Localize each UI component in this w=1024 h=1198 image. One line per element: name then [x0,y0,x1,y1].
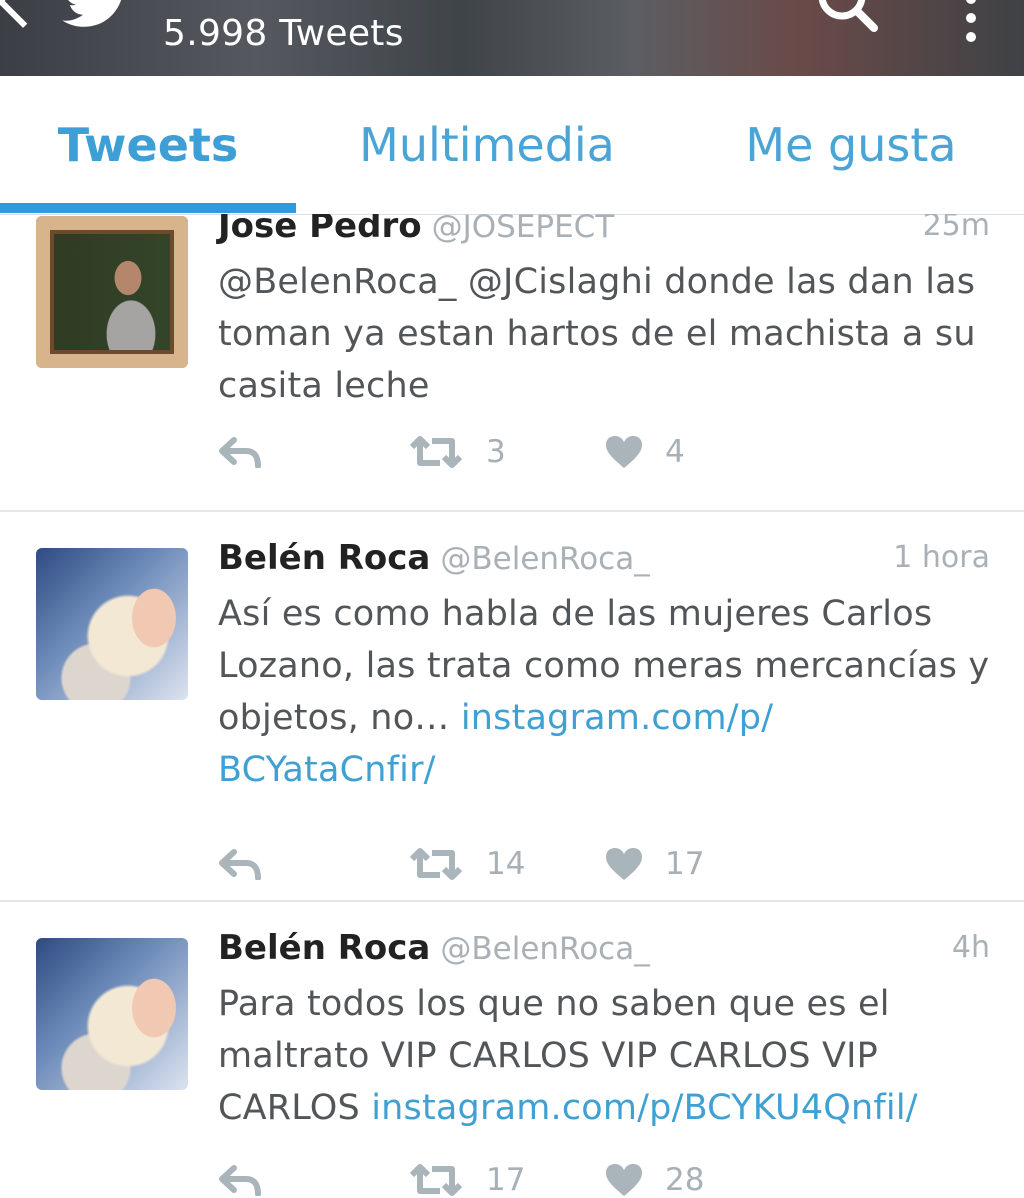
search-icon[interactable] [812,0,882,36]
active-tab-indicator [0,203,296,213]
tweet-time: 4h [951,930,990,965]
reply-icon [219,1165,261,1196]
retweet-button[interactable]: 3 [408,432,506,472]
tweet-meta: Belén Roca @BelenRoca_ 1 hora [218,538,990,588]
retweet-icon [409,848,463,880]
heart-icon [606,436,642,468]
avatar[interactable] [36,216,188,368]
heart-icon [606,848,642,880]
reply-icon [219,437,261,468]
tweet-feed[interactable]: Jose Pedro @JOSEPECT 25m @BelenRoca_ @JCi… [0,214,1024,1198]
retweet-icon [409,1164,463,1196]
user-name[interactable]: Jose Pedro [218,214,422,246]
like-count: 4 [665,434,685,470]
tweet-text: Para todos los que no saben que es el ma… [218,978,998,1134]
tweet-link[interactable]: instagram.com/p/BCYKU4Qnfil/ [371,1088,918,1128]
tweet-text: Así es como habla de las mujeres Carlos … [218,588,998,796]
retweet-count: 3 [486,434,506,470]
tweet-count: 5.998 Tweets [163,13,404,54]
user-handle[interactable]: @BelenRoca_ [440,931,649,967]
reply-button[interactable] [218,432,262,472]
twitter-bird-icon [62,0,122,27]
back-arrow-icon[interactable] [0,0,50,28]
like-count: 28 [665,1162,705,1198]
retweet-button[interactable]: 17 [408,1160,525,1198]
retweet-count: 17 [486,1162,526,1198]
retweet-icon [409,436,463,468]
tweet-text-body: @BelenRoca_ @JCislaghi donde las dan las… [218,262,976,406]
tab-me-gusta[interactable]: Me gusta [678,76,1024,214]
tab-multimedia[interactable]: Multimedia [296,76,678,214]
like-count: 17 [665,846,705,882]
user-handle[interactable]: @BelenRoca_ [440,541,649,577]
tweet-divider [0,900,1024,902]
like-button[interactable]: 28 [605,1160,704,1198]
profile-tabs: Tweets Multimedia Me gusta [0,76,1024,215]
heart-icon [606,1164,642,1196]
reply-button[interactable] [218,1160,262,1198]
reply-button[interactable] [218,844,262,884]
user-name[interactable]: Belén Roca [218,928,430,968]
retweet-count: 14 [486,846,526,882]
retweet-button[interactable]: 14 [408,844,525,884]
like-button[interactable]: 17 [605,844,704,884]
avatar[interactable] [36,938,188,1090]
tweet-meta: Jose Pedro @JOSEPECT 25m [218,214,990,256]
tweet-time: 1 hora [893,540,990,575]
avatar[interactable] [36,548,188,700]
profile-header: 5.998 Tweets [0,0,1024,76]
tweet-meta: Belén Roca @BelenRoca_ 4h [218,928,990,978]
tweet-divider [0,510,1024,512]
more-vertical-icon[interactable] [966,0,976,51]
tweet-time: 25m [922,214,990,243]
user-name[interactable]: Belén Roca [218,538,430,578]
tweet-text: @BelenRoca_ @JCislaghi donde las dan las… [218,256,998,412]
user-handle[interactable]: @JOSEPECT [432,214,615,245]
tab-tweets[interactable]: Tweets [0,76,296,214]
like-button[interactable]: 4 [605,432,685,472]
reply-icon [219,849,261,880]
